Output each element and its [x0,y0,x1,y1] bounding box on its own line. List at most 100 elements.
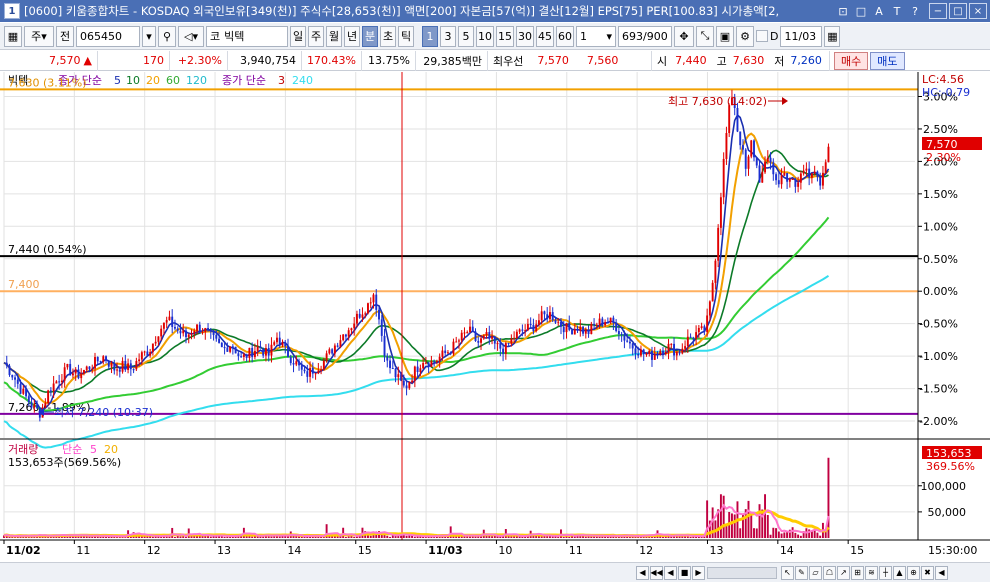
link-icon[interactable]: ⊡ [835,3,851,19]
close-button[interactable]: × [969,3,987,19]
tab-second[interactable]: 초 [380,25,396,47]
candle-body [670,343,673,345]
market-select[interactable]: 주 ▾ [24,25,54,47]
interval-3[interactable]: 3 [440,25,456,47]
interval-count-select[interactable]: 1 ▾ [576,25,616,47]
candle-body [292,363,295,365]
window-number[interactable]: 1 [4,3,20,19]
maximize-button[interactable]: □ [949,3,967,19]
date-input[interactable]: 11/03 [780,25,823,47]
candle-body [620,334,623,336]
candle-body [446,352,449,354]
play-icon[interactable]: ▶ [692,565,705,580]
candle-body [582,326,585,334]
save-icon[interactable]: ▣ [716,25,734,47]
candle-body [584,329,587,334]
candle-body [110,363,113,367]
volume-bar [786,531,789,538]
grid-tool-icon[interactable]: ⊞ [851,565,864,580]
sound-icon[interactable]: ◁▾ [178,25,204,47]
gear-icon[interactable]: ⚙ [736,25,754,47]
font-size-icon[interactable]: A [871,3,887,19]
candle-body [19,383,22,394]
data-range-field[interactable]: 693/900 [618,25,672,47]
prev-button[interactable]: 전 [56,25,74,47]
candle-body [664,351,667,354]
tab-week[interactable]: 주 [308,25,324,47]
code-dropdown-icon[interactable]: ▾ [142,25,156,47]
window-titlebar: 1 [0600] 키움종합차트 - KOSDAQ 외국인보유[349(천)] 주… [0,0,990,22]
zoom-tool-icon[interactable]: ⊕ [907,565,920,580]
interval-30[interactable]: 30 [516,25,534,47]
quote-infobar: 7,570 ▲ 170 +2.30% 3,940,754 170.43% 13.… [0,50,990,71]
candle-body [140,352,143,360]
text-icon[interactable]: T [889,3,905,19]
volume-legend-title: 거래량 [8,443,38,456]
drawing-tool-icon[interactable]: ⤡ [696,25,714,47]
wave-tool-icon[interactable]: ≋ [865,565,878,580]
collapse-tool-icon[interactable]: ◀ [935,565,948,580]
fast-back-icon[interactable]: ◀◀ [650,565,663,580]
cursor-tool-icon[interactable]: ↖ [781,565,794,580]
candle-body [129,363,132,370]
crosshair-icon[interactable]: ✥ [674,25,694,47]
layout-icon[interactable]: ▦ [4,25,22,47]
interval-15[interactable]: 15 [496,25,514,47]
candle-body [143,351,146,353]
minimize-button[interactable]: − [929,3,947,19]
interval-10[interactable]: 10 [476,25,494,47]
interval-60[interactable]: 60 [556,25,574,47]
candle-body [777,180,780,185]
shape-tool-icon[interactable]: ▱ [809,565,822,580]
tab-minute[interactable]: 분 [362,25,378,47]
help-icon[interactable]: ? [907,3,923,19]
candle-body [427,362,430,367]
cross-tool-icon[interactable]: ┼ [879,565,892,580]
candle-body [176,328,179,331]
interval-1[interactable]: 1 [422,25,438,47]
calendar-icon[interactable]: ▦ [824,25,841,47]
tab-year[interactable]: 년 [344,25,360,47]
volume-bar [730,513,733,538]
step-back-icon[interactable]: ◀ [664,565,677,580]
interval-5[interactable]: 5 [458,25,474,47]
stock-name-field[interactable]: 코 빅텍 [206,25,288,47]
stock-chart[interactable]: 빅텍 종가 단순 5 10 20 60 120 종가 단순 3 240 7,63… [0,72,990,562]
stop-icon[interactable]: ■ [678,565,691,580]
scroll-left-icon[interactable]: ◀ [636,565,649,580]
volume-bar [662,536,664,538]
candle-body [681,348,684,354]
candle-body [576,329,579,331]
buy-button[interactable]: 매수 [834,51,869,70]
y-tick-label: 0.50% [923,253,958,266]
chart-area[interactable]: 빅텍 종가 단순 5 10 20 60 120 종가 단순 3 240 7,63… [0,72,990,562]
stock-code-input[interactable]: 065450 [76,25,140,47]
candle-body [118,369,121,372]
candle-body [69,363,72,376]
font-a-tool-icon[interactable]: ▲ [893,565,906,580]
candle-body [695,332,698,339]
chart-scrollbar[interactable] [707,566,777,579]
tab-tick[interactable]: 틱 [398,25,414,47]
tab-day[interactable]: 일 [290,25,306,47]
candle-body [52,383,55,392]
candle-body [537,320,540,325]
candle-body [14,377,16,380]
sell-button[interactable]: 매도 [870,51,905,70]
trend-tool-icon[interactable]: ↗ [837,565,850,580]
candle-body [755,157,758,166]
search-icon[interactable]: ⚲ [158,25,176,47]
delete-tool-icon[interactable]: ✖ [921,565,934,580]
high-price: 7,630 [732,54,765,67]
candle-body [711,282,714,302]
candle-body [77,369,80,379]
candle-body [799,173,802,183]
tab-month[interactable]: 월 [326,25,342,47]
pen-tool-icon[interactable]: ✎ [795,565,808,580]
x-tick-label: 12 [639,544,653,557]
restore-icon[interactable]: □ [853,3,869,19]
interval-45[interactable]: 45 [536,25,554,47]
x-tick-label: 13 [217,544,231,557]
date-checkbox[interactable] [756,30,768,42]
house-tool-icon[interactable]: ☖ [823,565,836,580]
